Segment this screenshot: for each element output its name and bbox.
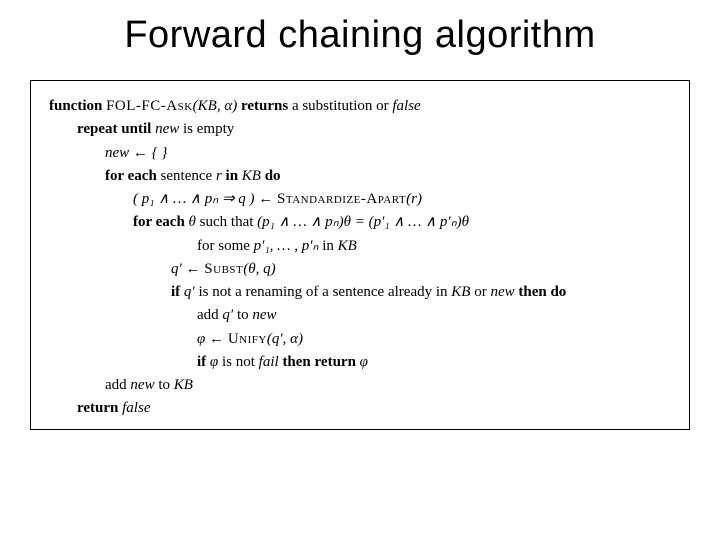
var-new-4: new bbox=[130, 377, 154, 393]
txt-not-renaming: is not a renaming of a sentence already … bbox=[198, 284, 447, 300]
returns-desc: a substitution or bbox=[292, 98, 389, 114]
kw-for-each-2: for each bbox=[133, 214, 185, 230]
kw-in-1: in bbox=[226, 168, 239, 184]
algo-line-14: return false bbox=[49, 397, 677, 420]
slide: Forward chaining algorithm function FOL-… bbox=[0, 0, 720, 540]
txt-or: or bbox=[474, 284, 487, 300]
kw-do-1: do bbox=[265, 168, 281, 184]
txt-is-empty: is empty bbox=[183, 121, 234, 137]
slide-title: Forward chaining algorithm bbox=[0, 0, 720, 57]
txt-sentence: sentence bbox=[161, 168, 213, 184]
fn-name: FOL-FC-Ask bbox=[106, 98, 193, 114]
txt-such-that: such that bbox=[200, 214, 254, 230]
subst-args: (θ, q) bbox=[243, 261, 275, 277]
algo-line-12: if φ is not fail then return φ bbox=[49, 351, 677, 374]
assign-new-empty: new ← { } bbox=[105, 145, 167, 161]
algo-line-10: add q′ to new bbox=[49, 304, 677, 327]
kw-repeat-until: repeat until bbox=[77, 121, 151, 137]
algo-line-6: for each θ such that (p₁ ∧ … ∧ pₙ)θ = (p… bbox=[49, 211, 677, 234]
algo-line-8: q′ ← Subst(θ, q) bbox=[49, 258, 677, 281]
kw-return: return bbox=[77, 400, 118, 416]
fn-subst: Subst bbox=[204, 261, 243, 277]
fn-unify: Unify bbox=[228, 331, 267, 347]
var-r: r bbox=[216, 168, 222, 184]
kw-for-each-1: for each bbox=[105, 168, 157, 184]
assign-phi: φ ← bbox=[197, 331, 224, 347]
kw-if-1: if bbox=[171, 284, 180, 300]
txt-in-2: in bbox=[322, 238, 334, 254]
var-kb-2: KB bbox=[338, 238, 357, 254]
var-qprime: q′ bbox=[184, 284, 195, 300]
txt-for-some: for some bbox=[197, 238, 250, 254]
txt-to-1: to bbox=[237, 307, 249, 323]
kw-then-return: then return bbox=[282, 354, 355, 370]
kw-then-do: then do bbox=[518, 284, 566, 300]
var-kb-4: KB bbox=[174, 377, 193, 393]
algo-line-13: add new to KB bbox=[49, 374, 677, 397]
var-phi: φ bbox=[210, 354, 218, 370]
algo-line-5: ( p₁ ∧ … ∧ pₙ ⇒ q ) ← Standardize-Apart(… bbox=[49, 188, 677, 211]
fn-standardize-apart: Standardize-Apart bbox=[277, 191, 406, 207]
algo-line-1: function FOL-FC-Ask(KB, α) returns a sub… bbox=[49, 95, 677, 118]
algorithm-box: function FOL-FC-Ask(KB, α) returns a sub… bbox=[30, 80, 690, 430]
unify-args: (q′, α) bbox=[267, 331, 303, 347]
txt-is-not: is not bbox=[222, 354, 255, 370]
kw-returns: returns bbox=[241, 98, 288, 114]
sa-args: (r) bbox=[406, 191, 422, 207]
algo-line-7: for some p′₁, … , p′ₙ in KB bbox=[49, 235, 677, 258]
val-false: false bbox=[122, 400, 150, 416]
returns-false: false bbox=[392, 98, 420, 114]
fn-args: (KB, α) bbox=[193, 98, 238, 114]
val-fail: fail bbox=[259, 354, 279, 370]
kw-if-2: if bbox=[197, 354, 206, 370]
var-phi-2: φ bbox=[360, 354, 368, 370]
unify-equation: (p₁ ∧ … ∧ pₙ)θ = (p′₁ ∧ … ∧ p′ₙ)θ bbox=[257, 214, 469, 230]
assign-qprime: q′ ← bbox=[171, 261, 201, 277]
txt-add-2: add bbox=[105, 377, 127, 393]
var-qprime-2: q′ bbox=[222, 307, 233, 323]
var-new-2: new bbox=[490, 284, 514, 300]
txt-to-2: to bbox=[158, 377, 170, 393]
var-theta: θ bbox=[189, 214, 196, 230]
kw-function: function bbox=[49, 98, 102, 114]
algo-line-3: new ← { } bbox=[49, 142, 677, 165]
var-kb-3: KB bbox=[451, 284, 470, 300]
implication-pattern: ( p₁ ∧ … ∧ pₙ ⇒ q ) ← bbox=[133, 191, 273, 207]
algo-line-11: φ ← Unify(q′, α) bbox=[49, 328, 677, 351]
algo-line-9: if q′ is not a renaming of a sentence al… bbox=[49, 281, 677, 304]
vars-pprime: p′₁, … , p′ₙ bbox=[254, 238, 319, 254]
var-new: new bbox=[155, 121, 179, 137]
var-kb-1: KB bbox=[242, 168, 261, 184]
algo-line-4: for each sentence r in KB do bbox=[49, 165, 677, 188]
txt-add-1: add bbox=[197, 307, 219, 323]
var-new-3: new bbox=[252, 307, 276, 323]
algo-line-2: repeat until new is empty bbox=[49, 118, 677, 141]
